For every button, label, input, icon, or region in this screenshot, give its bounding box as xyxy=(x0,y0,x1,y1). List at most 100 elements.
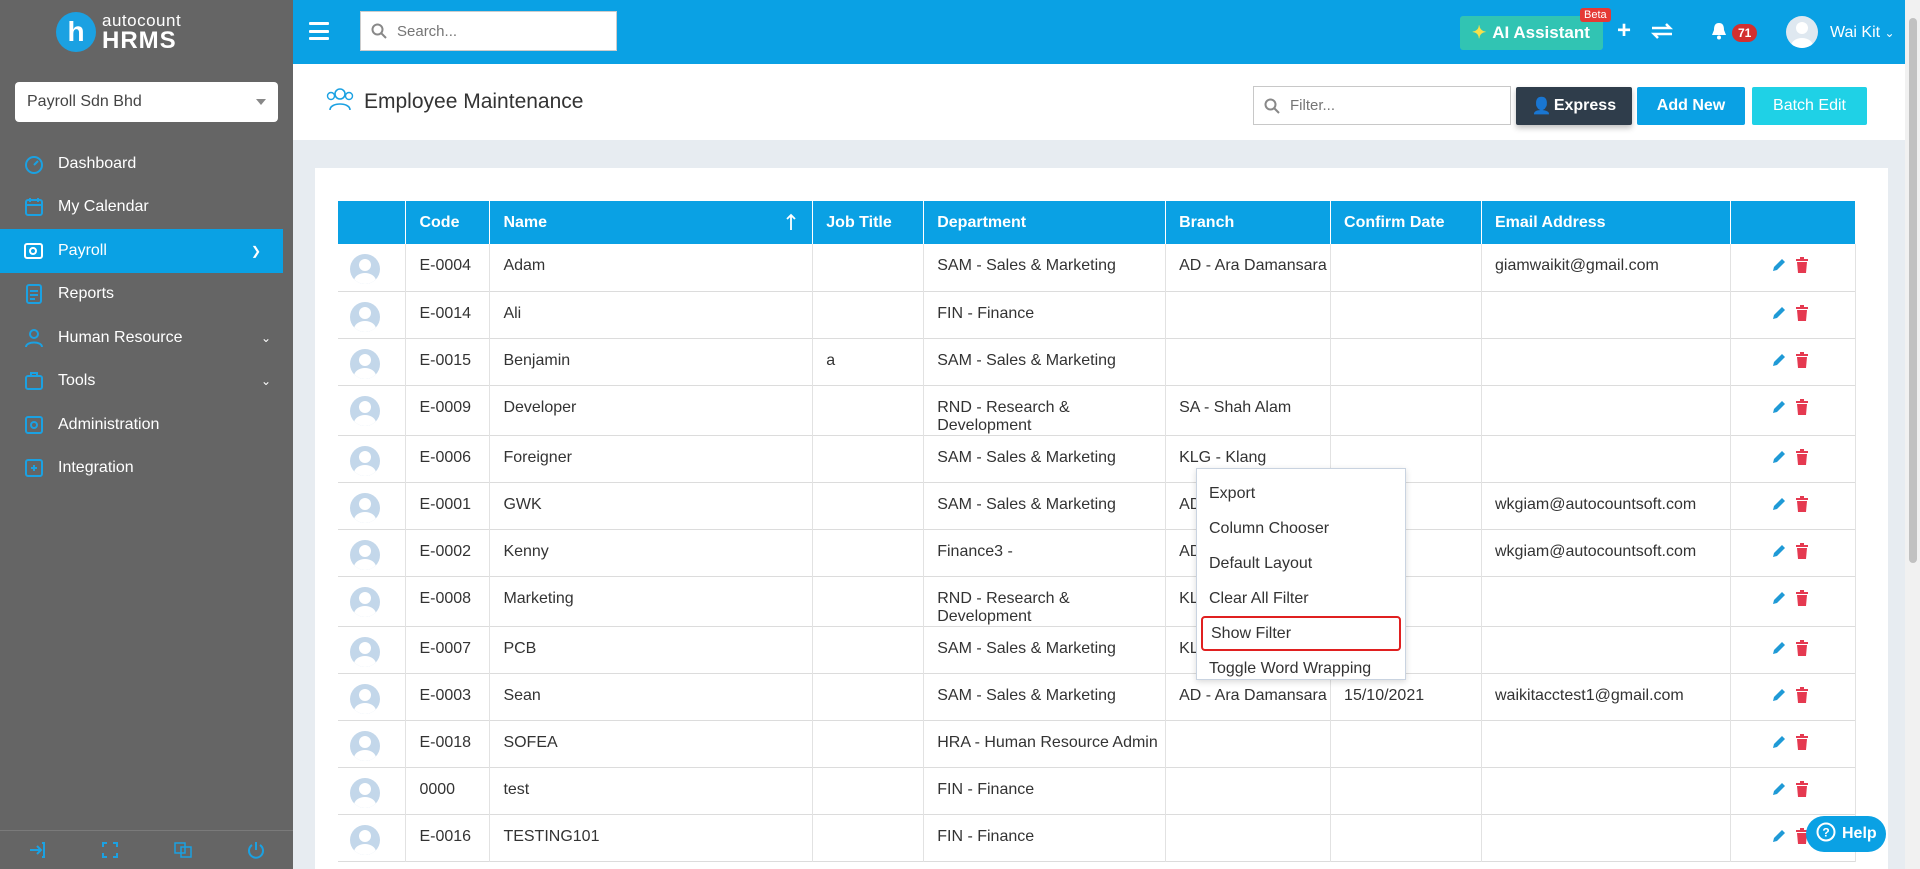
add-new-button[interactable]: Add New xyxy=(1637,87,1745,125)
cell-job-title xyxy=(812,385,925,435)
plus-icon[interactable]: + xyxy=(1617,19,1631,43)
edit-icon[interactable] xyxy=(1771,399,1789,417)
sidebar-item-label: Human Resource xyxy=(58,328,183,346)
table-row[interactable]: E-0009 Developer RND - Research & Developm… xyxy=(338,385,1857,435)
help-button[interactable]: ? Help xyxy=(1806,816,1886,852)
delete-icon[interactable] xyxy=(1795,351,1813,370)
edit-icon[interactable] xyxy=(1771,449,1789,467)
delete-icon[interactable] xyxy=(1795,780,1813,799)
table-row[interactable]: E-0015 Benjamin a SAM - Sales & Marketing xyxy=(338,338,1857,385)
delete-icon[interactable] xyxy=(1795,257,1813,275)
filter-box[interactable] xyxy=(1253,86,1511,125)
sidebar-item-payroll[interactable]: Payroll ❯ xyxy=(0,229,283,273)
page-scrollbar[interactable] xyxy=(1905,0,1920,869)
delete-icon[interactable] xyxy=(1795,686,1813,705)
menu-item-clear-all-filter[interactable]: Clear All Filter xyxy=(1197,581,1405,616)
table-row[interactable]: E-0016 TESTING101 FIN - Finance xyxy=(338,814,1857,861)
cell-email: wkgiam@autocountsoft.com xyxy=(1481,482,1731,529)
menu-item-export[interactable]: Export xyxy=(1197,476,1405,511)
table-header-row: Code Name Job Title Department Branch Co… xyxy=(338,201,1857,244)
sidebar-item-tools[interactable]: Tools ⌄ xyxy=(0,360,293,404)
cell-branch xyxy=(1165,767,1332,814)
cell-department: RND - Research & Development xyxy=(923,385,1167,435)
search-input[interactable] xyxy=(397,22,597,40)
table-row[interactable]: E-0001 GWK SAM - Sales & Marketing AD wkgiam… xyxy=(338,482,1857,529)
app-logo[interactable]: h autocount HRMS xyxy=(0,0,293,64)
chevron-down-icon: ⌄ xyxy=(1884,26,1895,40)
table-row[interactable]: E-0003 Sean SAM - Sales & Marketing AD - Ar… xyxy=(338,673,1857,720)
employee-table: Code Name Job Title Department Branch Co… xyxy=(338,201,1857,862)
sync-icon[interactable] xyxy=(1649,20,1675,47)
cell-code: E-0014 xyxy=(405,291,491,338)
edit-icon[interactable] xyxy=(1771,352,1789,370)
table-row[interactable]: E-0002 Kenny Finance3 - AD wkgiam@autocounts… xyxy=(338,529,1857,576)
column-header-confirm-date[interactable]: Confirm Date xyxy=(1330,201,1482,244)
column-header-name[interactable]: Name xyxy=(489,201,814,244)
sidebar-item-administration[interactable]: Administration xyxy=(0,403,293,447)
employee-avatar-icon xyxy=(350,301,380,332)
delete-icon[interactable] xyxy=(1795,398,1813,417)
delete-icon[interactable] xyxy=(1795,448,1813,467)
delete-icon[interactable] xyxy=(1795,733,1813,752)
cell-actions xyxy=(1730,626,1857,673)
username-menu[interactable]: Wai Kit ⌄ xyxy=(1830,24,1895,42)
table-row[interactable]: E-0004 Adam SAM - Sales & Marketing AD - Ar… xyxy=(338,244,1857,291)
express-button[interactable]: 👤 Express xyxy=(1516,87,1632,125)
edit-icon[interactable] xyxy=(1771,828,1789,846)
edit-icon[interactable] xyxy=(1771,543,1789,561)
sidebar-item-label: Integration xyxy=(58,459,134,477)
edit-icon[interactable] xyxy=(1771,590,1789,608)
column-header-branch[interactable]: Branch xyxy=(1165,201,1332,244)
fullscreen-icon[interactable] xyxy=(98,838,122,862)
column-header-department[interactable]: Department xyxy=(923,201,1167,244)
menu-item-toggle-word-wrapping[interactable]: Toggle Word Wrapping xyxy=(1197,651,1405,686)
bell-icon[interactable] xyxy=(1711,22,1727,45)
edit-icon[interactable] xyxy=(1771,734,1789,752)
table-row[interactable]: E-0006 Foreigner SAM - Sales & Marketing KL… xyxy=(338,435,1857,482)
edit-icon[interactable] xyxy=(1771,781,1789,799)
edit-icon[interactable] xyxy=(1771,257,1789,275)
cell-job-title xyxy=(812,626,925,673)
power-icon[interactable] xyxy=(244,838,268,862)
sort-ascending-icon[interactable] xyxy=(786,213,796,236)
column-header-email[interactable]: Email Address xyxy=(1481,201,1731,244)
filter-input[interactable] xyxy=(1290,97,1490,114)
table-row[interactable]: E-0018 SOFEA HRA - Human Resource Admin xyxy=(338,720,1857,767)
delete-icon[interactable] xyxy=(1795,542,1813,561)
cell-email xyxy=(1481,576,1731,626)
delete-icon[interactable] xyxy=(1795,304,1813,323)
column-header-code[interactable]: Code xyxy=(405,201,491,244)
global-search[interactable] xyxy=(360,11,617,51)
sidebar-item-my-calendar[interactable]: My Calendar xyxy=(0,186,293,230)
company-select[interactable]: Payroll Sdn Bhd xyxy=(15,82,278,122)
column-header-job-title[interactable]: Job Title xyxy=(812,201,925,244)
edit-icon[interactable] xyxy=(1771,687,1789,705)
table-row[interactable]: E-0008 Marketing RND - Research & Developm… xyxy=(338,576,1857,626)
sidebar-item-human-resource[interactable]: Human Resource ⌄ xyxy=(0,316,293,360)
menu-item-show-filter[interactable]: Show Filter xyxy=(1201,616,1401,651)
edit-icon[interactable] xyxy=(1771,496,1789,514)
sidebar-item-reports[interactable]: Reports xyxy=(0,273,293,317)
batch-edit-button[interactable]: Batch Edit xyxy=(1752,87,1867,125)
edit-icon[interactable] xyxy=(1771,640,1789,658)
menu-item-column-chooser[interactable]: Column Chooser xyxy=(1197,511,1405,546)
table-row[interactable]: E-0007PCBSAM - Sales & MarketingKL23 xyxy=(338,626,1857,673)
user-avatar[interactable] xyxy=(1786,16,1818,48)
sidebar-item-integration[interactable]: Integration xyxy=(0,447,293,491)
caret-down-icon xyxy=(256,99,266,105)
table-row[interactable]: 0000 test FIN - Finance xyxy=(338,767,1857,814)
scrollbar-thumb[interactable] xyxy=(1909,18,1917,563)
delete-icon[interactable] xyxy=(1795,495,1813,514)
delete-icon[interactable] xyxy=(1795,639,1813,658)
menu-toggle-icon[interactable] xyxy=(309,22,329,40)
logout-icon[interactable] xyxy=(25,838,49,862)
language-icon[interactable] xyxy=(171,838,195,862)
edit-icon[interactable] xyxy=(1771,305,1789,323)
employee-avatar-icon xyxy=(350,492,380,523)
express-button-label: Express xyxy=(1553,97,1617,114)
table-row[interactable]: E-0014 Ali FIN - Finance xyxy=(338,291,1857,338)
sidebar-item-dashboard[interactable]: Dashboard xyxy=(0,142,293,186)
cell-name: Developer xyxy=(489,385,814,435)
menu-item-default-layout[interactable]: Default Layout xyxy=(1197,546,1405,581)
delete-icon[interactable] xyxy=(1795,589,1813,608)
